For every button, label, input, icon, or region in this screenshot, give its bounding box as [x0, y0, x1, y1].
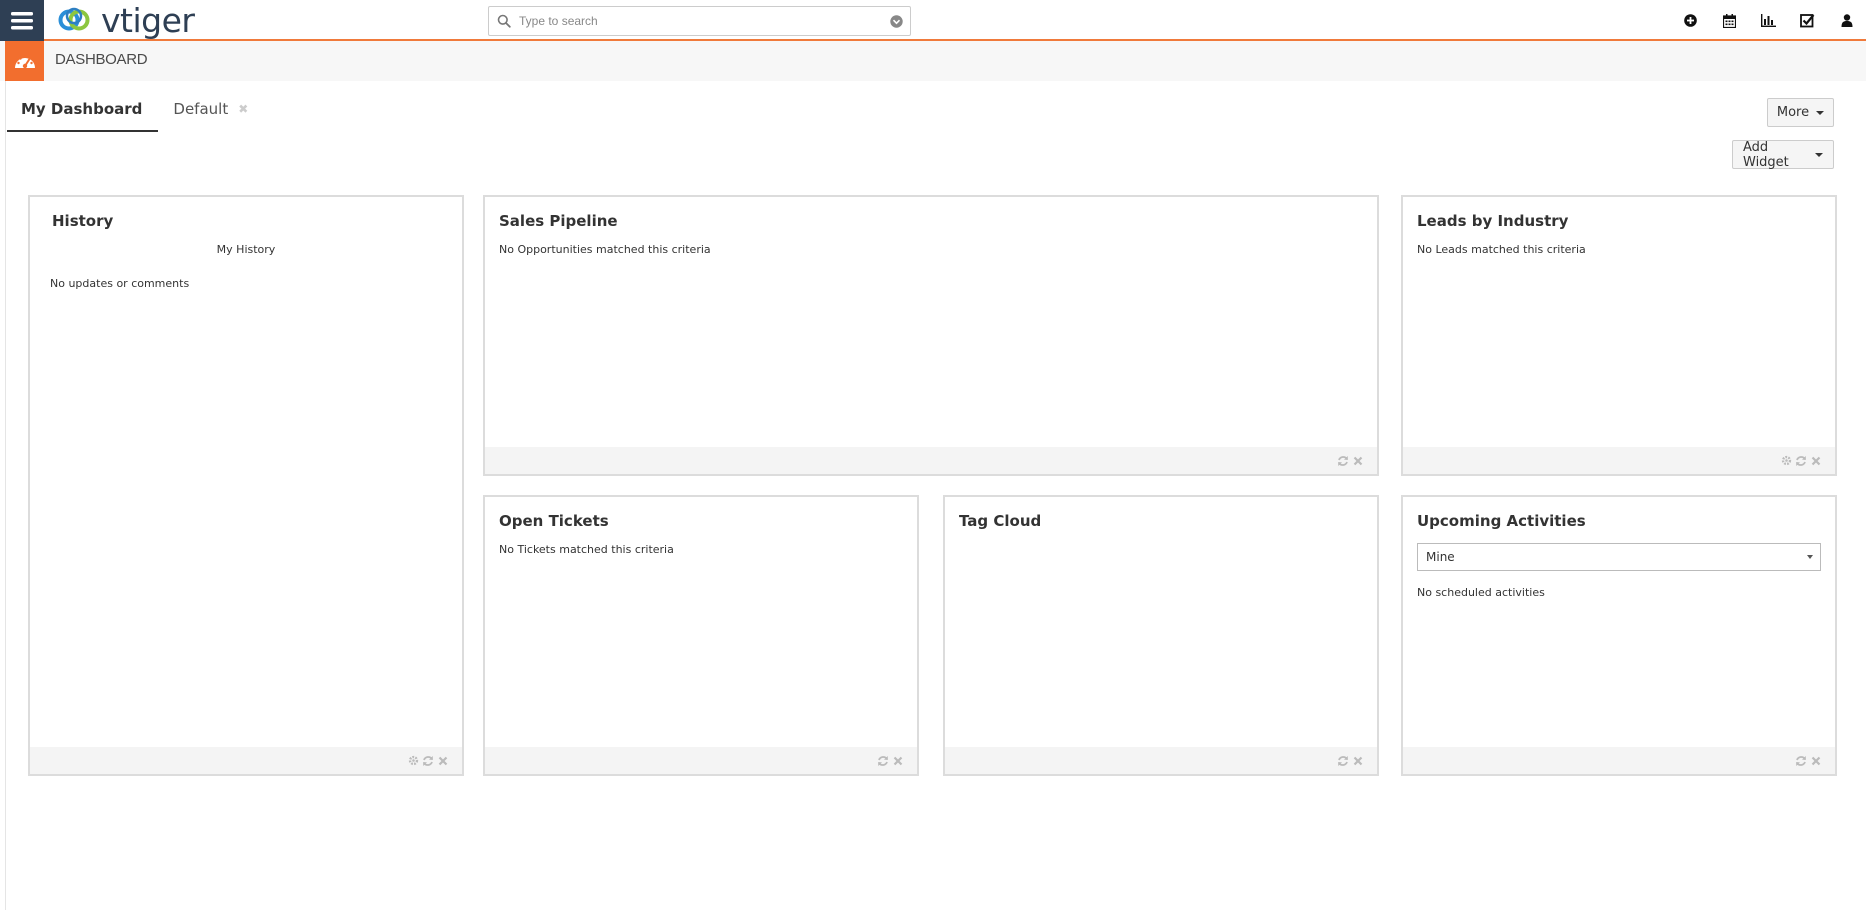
refresh-icon[interactable]	[1336, 754, 1350, 768]
tasks-button[interactable]	[1788, 0, 1827, 41]
module-title: DASHBOARD	[55, 51, 148, 68]
widget-footer	[485, 747, 917, 774]
tag-cloud-widget: Tag Cloud	[943, 495, 1379, 776]
widget-title: Sales Pipeline	[499, 212, 618, 230]
logo-text: vtiger	[101, 0, 195, 40]
sales-pipeline-empty-message: No Opportunities matched this criteria	[499, 243, 711, 256]
module-header: DASHBOARD	[0, 41, 1866, 81]
more-button[interactable]: More	[1767, 98, 1834, 127]
refresh-icon[interactable]	[1336, 454, 1350, 468]
global-search[interactable]	[488, 6, 911, 36]
caret-down-icon	[1816, 110, 1825, 115]
close-icon[interactable]	[1351, 754, 1365, 768]
tickets-empty-message: No Tickets matched this criteria	[499, 543, 674, 556]
quick-create-button[interactable]	[1671, 0, 1710, 41]
bar-chart-icon	[1761, 14, 1776, 27]
sales-pipeline-widget: Sales Pipeline No Opportunities matched …	[483, 195, 1379, 476]
history-empty-message: No updates or comments	[50, 277, 190, 290]
refresh-icon[interactable]	[1794, 754, 1808, 768]
close-icon[interactable]	[1351, 454, 1365, 468]
activities-owner-select[interactable]: Mine	[1417, 543, 1821, 571]
select-value: Mine	[1426, 550, 1455, 564]
leads-by-industry-widget: Leads by Industry No Leads matched this …	[1401, 195, 1837, 476]
widget-footer	[945, 747, 1377, 774]
history-widget: History My History No updates or comment…	[28, 195, 464, 776]
search-options-button[interactable]	[882, 7, 910, 35]
widget-title: Upcoming Activities	[1417, 512, 1586, 530]
tab-label: My Dashboard	[21, 100, 143, 118]
refresh-icon[interactable]	[876, 754, 890, 768]
widget-title: Leads by Industry	[1417, 212, 1569, 230]
user-icon	[1841, 14, 1852, 27]
tab-label: Default	[173, 100, 229, 118]
hamburger-icon	[11, 11, 33, 29]
close-icon[interactable]	[1809, 754, 1823, 768]
history-subtitle: My History	[216, 243, 276, 256]
add-widget-button[interactable]: Add Widget	[1732, 139, 1834, 170]
top-navbar: vtiger	[0, 0, 1866, 41]
widget-title: Tag Cloud	[959, 512, 1042, 530]
calendar-icon	[1723, 13, 1736, 28]
calendar-button[interactable]	[1710, 0, 1749, 41]
chevron-circle-down-icon	[889, 14, 903, 28]
reports-button[interactable]	[1749, 0, 1788, 41]
gear-icon[interactable]	[1779, 454, 1793, 468]
tab-default[interactable]: Default ✖	[158, 92, 263, 132]
close-icon[interactable]	[1809, 454, 1823, 468]
widget-title: History	[52, 212, 114, 230]
caret-down-icon	[1807, 555, 1813, 559]
dashboard-module-button[interactable]	[5, 41, 44, 81]
refresh-icon[interactable]	[1794, 454, 1808, 468]
tab-my-dashboard[interactable]: My Dashboard	[7, 92, 159, 132]
open-tickets-widget: Open Tickets No Tickets matched this cri…	[483, 495, 919, 776]
add-widget-label: Add Widget	[1743, 139, 1789, 170]
caret-down-icon	[1815, 152, 1823, 157]
widget-footer	[485, 447, 1377, 474]
close-icon[interactable]: ✖	[238, 102, 248, 116]
vtiger-logo[interactable]: vtiger	[58, 0, 195, 40]
widget-footer	[1403, 747, 1835, 774]
dashboard-gauge-icon	[14, 55, 35, 69]
logo-mark-icon	[58, 7, 90, 31]
refresh-icon[interactable]	[421, 754, 435, 768]
gear-icon[interactable]	[406, 754, 420, 768]
upcoming-activities-widget: Upcoming Activities Mine No scheduled ac…	[1401, 495, 1837, 776]
plus-circle-icon	[1684, 14, 1697, 27]
activities-empty-message: No scheduled activities	[1417, 586, 1545, 599]
content-left-border	[5, 81, 6, 910]
more-button-label: More	[1776, 105, 1810, 120]
quick-actions	[1671, 0, 1866, 41]
close-icon[interactable]	[436, 754, 450, 768]
app-menu-button[interactable]	[0, 0, 44, 41]
dashboard-tabs: My Dashboard Default ✖	[7, 92, 263, 132]
user-menu-button[interactable]	[1827, 0, 1866, 41]
check-square-icon	[1800, 14, 1815, 28]
search-icon	[489, 7, 519, 35]
widget-footer	[30, 747, 462, 774]
search-input[interactable]	[519, 8, 882, 34]
close-icon[interactable]	[891, 754, 905, 768]
widget-footer	[1403, 447, 1835, 474]
leads-empty-message: No Leads matched this criteria	[1417, 243, 1586, 256]
widget-title: Open Tickets	[499, 512, 609, 530]
